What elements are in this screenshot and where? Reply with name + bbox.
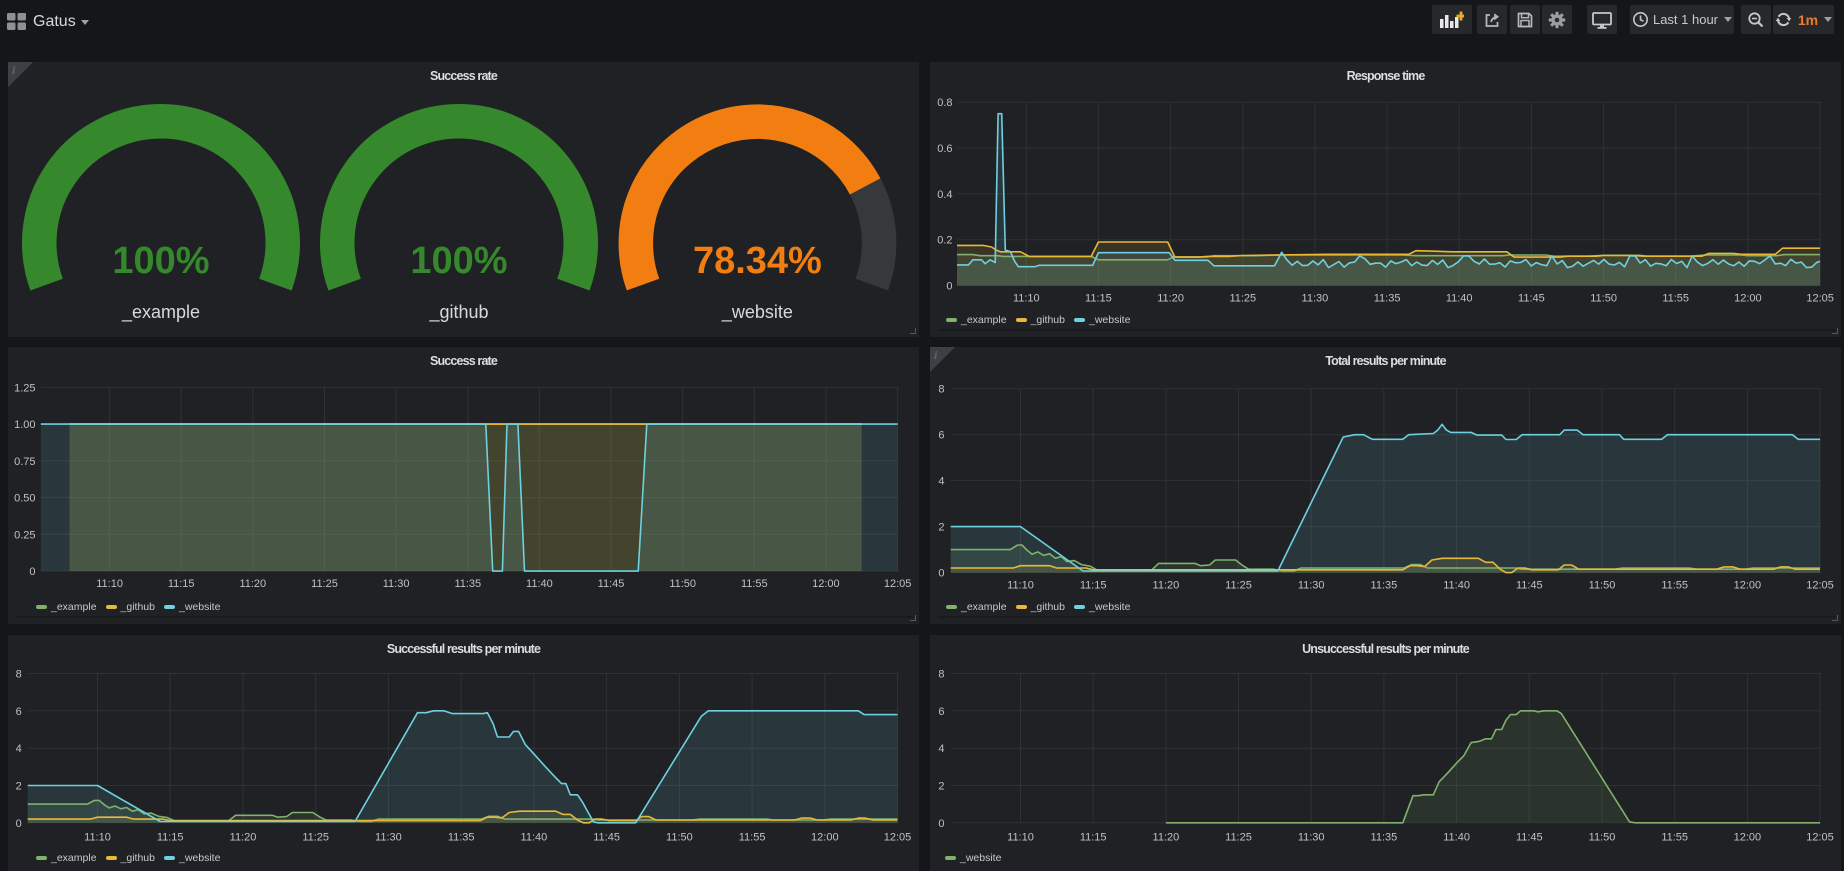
svg-text:11:55: 11:55: [741, 578, 768, 590]
svg-text:11:30: 11:30: [383, 578, 410, 590]
svg-text:0.50: 0.50: [14, 493, 35, 505]
svg-text:11:45: 11:45: [1518, 293, 1545, 305]
svg-text:11:50: 11:50: [1589, 580, 1616, 592]
svg-text:11:50: 11:50: [1589, 832, 1616, 844]
svg-text:4: 4: [16, 743, 22, 755]
svg-text:0: 0: [29, 566, 35, 578]
svg-text:0.8: 0.8: [937, 97, 952, 109]
svg-text:11:25: 11:25: [1225, 832, 1252, 844]
svg-text:6: 6: [938, 706, 944, 718]
svg-text:11:45: 11:45: [1516, 832, 1543, 844]
svg-text:0: 0: [938, 818, 944, 830]
svg-text:2: 2: [16, 781, 22, 793]
svg-text:11:35: 11:35: [1371, 832, 1398, 844]
svg-text:0.25: 0.25: [14, 529, 35, 541]
svg-text:0: 0: [16, 818, 22, 830]
svg-text:11:25: 11:25: [1229, 293, 1256, 305]
svg-text:12:05: 12:05: [1806, 293, 1834, 305]
svg-text:12:05: 12:05: [884, 578, 912, 590]
svg-text:11:10: 11:10: [84, 832, 111, 844]
svg-text:11:50: 11:50: [1590, 293, 1617, 305]
svg-text:12:05: 12:05: [1806, 580, 1834, 592]
svg-text:0.4: 0.4: [937, 189, 952, 201]
svg-text:12:00: 12:00: [1734, 293, 1762, 305]
svg-text:11:10: 11:10: [1007, 580, 1034, 592]
svg-text:11:20: 11:20: [1157, 293, 1184, 305]
svg-text:_github: _github: [428, 302, 488, 323]
svg-text:1.25: 1.25: [14, 382, 35, 394]
svg-text:8: 8: [938, 384, 944, 396]
svg-text:11:55: 11:55: [1662, 293, 1689, 305]
svg-text:11:35: 11:35: [448, 832, 475, 844]
svg-text:6: 6: [938, 430, 944, 442]
svg-text:11:40: 11:40: [1443, 832, 1470, 844]
svg-text:11:50: 11:50: [669, 578, 696, 590]
svg-text:11:35: 11:35: [1371, 580, 1398, 592]
svg-text:0: 0: [938, 568, 944, 580]
svg-text:11:45: 11:45: [1516, 580, 1543, 592]
svg-text:11:55: 11:55: [1661, 832, 1688, 844]
svg-text:4: 4: [938, 743, 944, 755]
svg-text:78.34%: 78.34%: [693, 240, 822, 282]
svg-text:11:10: 11:10: [1013, 293, 1040, 305]
svg-text:11:30: 11:30: [1298, 580, 1325, 592]
svg-text:11:25: 11:25: [1225, 580, 1252, 592]
svg-text:11:15: 11:15: [168, 578, 195, 590]
svg-text:11:15: 11:15: [1080, 580, 1107, 592]
svg-text:12:00: 12:00: [812, 578, 840, 590]
svg-text:11:15: 11:15: [1085, 293, 1112, 305]
svg-text:8: 8: [16, 669, 22, 681]
svg-text:11:55: 11:55: [739, 832, 766, 844]
svg-text:1.00: 1.00: [14, 419, 35, 431]
svg-text:0.2: 0.2: [937, 235, 952, 247]
svg-text:11:30: 11:30: [1302, 293, 1329, 305]
svg-text:11:40: 11:40: [526, 578, 553, 590]
svg-text:0: 0: [946, 281, 952, 293]
svg-text:12:00: 12:00: [811, 832, 839, 844]
svg-text:11:30: 11:30: [375, 832, 402, 844]
svg-text:2: 2: [938, 781, 944, 793]
svg-text:11:20: 11:20: [239, 578, 266, 590]
svg-text:0.6: 0.6: [937, 143, 952, 155]
svg-text:11:20: 11:20: [1153, 580, 1180, 592]
svg-text:11:20: 11:20: [230, 832, 257, 844]
svg-text:12:00: 12:00: [1734, 832, 1762, 844]
svg-text:11:15: 11:15: [1080, 832, 1107, 844]
svg-text:11:50: 11:50: [666, 832, 693, 844]
svg-text:11:40: 11:40: [521, 832, 548, 844]
svg-text:100%: 100%: [410, 240, 507, 282]
svg-text:11:10: 11:10: [1007, 832, 1034, 844]
svg-text:12:00: 12:00: [1734, 580, 1762, 592]
svg-text:11:20: 11:20: [1153, 832, 1180, 844]
svg-text:11:25: 11:25: [302, 832, 329, 844]
svg-text:11:15: 11:15: [157, 832, 184, 844]
svg-text:_example: _example: [121, 302, 200, 323]
svg-text:11:45: 11:45: [593, 832, 620, 844]
svg-text:12:05: 12:05: [1806, 832, 1834, 844]
svg-text:0.75: 0.75: [14, 456, 35, 468]
svg-text:4: 4: [938, 476, 944, 488]
svg-text:100%: 100%: [112, 240, 209, 282]
svg-text:12:05: 12:05: [884, 832, 912, 844]
svg-text:_website: _website: [721, 302, 793, 323]
svg-text:11:30: 11:30: [1298, 832, 1325, 844]
svg-text:11:45: 11:45: [598, 578, 625, 590]
svg-text:11:10: 11:10: [96, 578, 123, 590]
svg-text:11:35: 11:35: [454, 578, 481, 590]
svg-text:2: 2: [938, 522, 944, 534]
svg-text:11:55: 11:55: [1661, 580, 1688, 592]
svg-text:11:40: 11:40: [1443, 580, 1470, 592]
svg-text:11:35: 11:35: [1374, 293, 1401, 305]
svg-text:6: 6: [16, 706, 22, 718]
svg-text:8: 8: [938, 669, 944, 681]
svg-text:11:25: 11:25: [311, 578, 338, 590]
svg-text:11:40: 11:40: [1446, 293, 1473, 305]
